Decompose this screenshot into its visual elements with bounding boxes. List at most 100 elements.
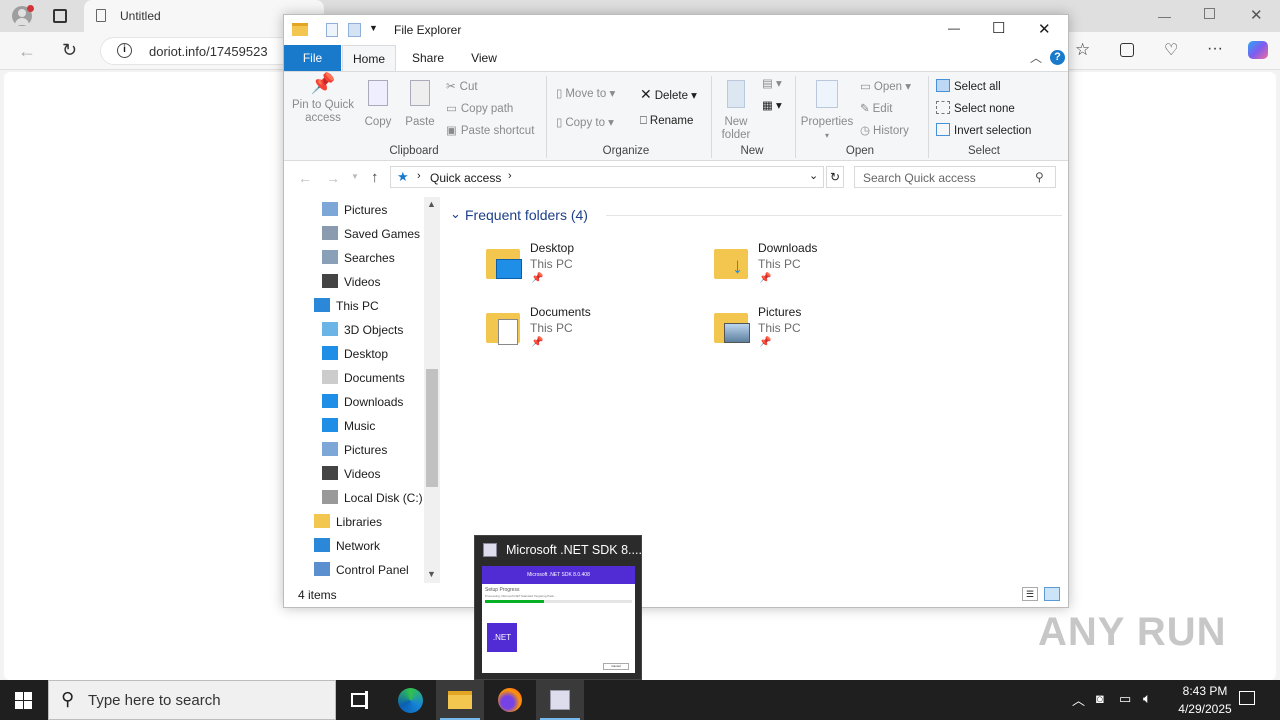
- nav-item-desktop[interactable]: Desktop: [322, 343, 388, 365]
- nav-item-saved-games[interactable]: Saved Games: [322, 223, 420, 245]
- pin-to-quick-access-button[interactable]: 📌 Pin to Quick access: [290, 74, 356, 125]
- collapse-ribbon-icon[interactable]: ︿: [1030, 49, 1042, 66]
- maximize-button[interactable]: ☐: [992, 19, 1005, 37]
- nav-item-pictures[interactable]: Pictures: [322, 199, 387, 221]
- nav-item-videos[interactable]: Videos: [322, 463, 380, 485]
- close-icon[interactable]: ✕: [1250, 6, 1263, 24]
- refresh-icon[interactable]: ↻: [826, 166, 844, 188]
- cut-icon: ✂: [446, 81, 456, 93]
- copy-button[interactable]: Copy: [360, 78, 396, 129]
- copilot-icon[interactable]: [1248, 41, 1268, 59]
- nav-item-local-disk-c[interactable]: Local Disk (C:): [322, 487, 423, 509]
- favorite-add-icon[interactable]: ☆: [1075, 40, 1090, 60]
- tab-file[interactable]: File: [284, 45, 341, 71]
- breadcrumb-quick-access[interactable]: Quick access: [430, 171, 501, 185]
- performance-icon[interactable]: ♡: [1164, 40, 1178, 60]
- scroll-down-icon[interactable]: ▼: [427, 569, 436, 579]
- meet-now-icon[interactable]: ◙: [1096, 691, 1104, 706]
- back-icon[interactable]: ←: [298, 170, 312, 186]
- nav-item-videos[interactable]: Videos: [322, 271, 380, 293]
- customize-quick-access-icon[interactable]: ▼: [369, 23, 378, 33]
- section-collapse-icon[interactable]: ⌄: [450, 206, 461, 222]
- paste-shortcut-button[interactable]: ▣ Paste shortcut: [446, 123, 534, 137]
- delete-button[interactable]: ✕ Delete ▾: [640, 86, 697, 103]
- tab-view[interactable]: View: [458, 45, 510, 71]
- help-icon[interactable]: ?: [1050, 50, 1065, 65]
- open-button[interactable]: ▭ Open ▾: [860, 79, 911, 93]
- close-button[interactable]: ✕: [1038, 20, 1051, 38]
- dotnet-logo: .NET: [487, 623, 517, 652]
- nav-item-downloads[interactable]: Downloads: [322, 391, 403, 413]
- nav-item-searches[interactable]: Searches: [322, 247, 395, 269]
- folder-desktop[interactable]: Desktop This PC 📌: [484, 241, 684, 301]
- copy-to-button[interactable]: ▯ Copy to ▾: [556, 115, 614, 129]
- clock-time[interactable]: 8:43 PM: [1174, 684, 1236, 698]
- quick-properties-icon[interactable]: [326, 23, 338, 37]
- move-to-button[interactable]: ▯ Move to ▾: [556, 86, 615, 100]
- forward-icon[interactable]: →: [326, 170, 340, 186]
- network-status-icon[interactable]: ▭: [1119, 691, 1131, 707]
- start-button[interactable]: [0, 680, 48, 720]
- large-icons-view-icon[interactable]: [1044, 587, 1060, 601]
- restore-icon[interactable]: [1204, 8, 1215, 19]
- select-all-button[interactable]: Select all: [936, 79, 1001, 93]
- address-box[interactable]: ★ › Quick access › ⌄: [390, 166, 824, 188]
- collections-icon[interactable]: [1120, 43, 1134, 57]
- taskbar-file-explorer[interactable]: [436, 680, 484, 720]
- folder-documents[interactable]: Documents This PC 📌: [484, 305, 684, 365]
- quick-new-folder-icon[interactable]: [348, 23, 361, 37]
- show-hidden-icons-icon[interactable]: ︿: [1072, 690, 1085, 709]
- more-icon[interactable]: ···: [1207, 40, 1223, 58]
- nav-item-control-panel[interactable]: Control Panel: [314, 559, 409, 581]
- scroll-up-icon[interactable]: ▲: [427, 199, 436, 209]
- taskbar-search-box[interactable]: ⚲ Type here to search: [48, 680, 336, 720]
- task-view-button[interactable]: [336, 680, 384, 720]
- tab-home[interactable]: Home: [342, 45, 396, 71]
- clock-date[interactable]: 4/29/2025: [1168, 702, 1242, 716]
- edit-button[interactable]: ✎ Edit: [860, 101, 892, 115]
- nav-item-documents[interactable]: Documents: [322, 367, 405, 389]
- rename-button[interactable]: ⎕ Rename: [640, 115, 693, 128]
- taskbar-dotnet-installer[interactable]: [536, 680, 584, 720]
- minimize-button[interactable]: —: [948, 21, 960, 35]
- taskbar-firefox[interactable]: [486, 680, 534, 720]
- section-title[interactable]: Frequent folders (4): [465, 207, 588, 223]
- volume-icon[interactable]: 🔈︎: [1143, 690, 1151, 707]
- details-view-icon[interactable]: ☰: [1022, 587, 1038, 601]
- notifications-icon[interactable]: [1239, 691, 1255, 705]
- nav-item-network[interactable]: Network: [314, 535, 380, 557]
- nav-item-libraries[interactable]: Libraries: [314, 511, 382, 533]
- search-quick-access-input[interactable]: Search Quick access ⚲: [854, 166, 1056, 188]
- tab-share[interactable]: Share: [402, 45, 454, 71]
- nav-item-music[interactable]: Music: [322, 415, 375, 437]
- nav-item-3d-objects[interactable]: 3D Objects: [322, 319, 403, 341]
- back-icon[interactable]: ←: [18, 41, 36, 62]
- up-icon[interactable]: ↑: [371, 169, 379, 186]
- paste-button[interactable]: Paste: [402, 78, 438, 129]
- nav-item-pictures[interactable]: Pictures: [322, 439, 387, 461]
- minimize-icon[interactable]: —: [1158, 9, 1171, 24]
- new-item-button[interactable]: ▤ ▾: [762, 76, 782, 90]
- properties-button[interactable]: Properties ▾: [800, 78, 854, 142]
- address-dropdown-icon[interactable]: ⌄: [809, 169, 818, 182]
- folder-downloads[interactable]: ↓ Downloads This PC 📌: [712, 241, 912, 301]
- select-none-button[interactable]: Select none: [936, 101, 1015, 115]
- nav-scrollbar[interactable]: ▲ ▼: [424, 197, 440, 583]
- copy-path-button[interactable]: ▭ Copy path: [446, 101, 513, 115]
- address-bar[interactable]: i doriot.info/17459523: [100, 37, 300, 65]
- refresh-icon[interactable]: ↻: [62, 40, 77, 61]
- cut-button[interactable]: ✂ Cut: [446, 79, 478, 93]
- pin-icon: 📌: [531, 273, 544, 284]
- avatar-icon[interactable]: [12, 5, 34, 26]
- taskbar-edge[interactable]: [386, 680, 434, 720]
- new-folder-button[interactable]: New folder: [716, 78, 756, 142]
- nav-item-this-pc[interactable]: This PC: [314, 295, 379, 317]
- scroll-thumb[interactable]: [426, 369, 438, 487]
- history-button[interactable]: ◷ History: [860, 123, 909, 137]
- recent-locations-icon[interactable]: ▼: [351, 172, 359, 181]
- folder-pictures[interactable]: Pictures This PC 📌: [712, 305, 912, 365]
- tab-actions-icon[interactable]: [53, 9, 67, 23]
- easy-access-button[interactable]: ▦ ▾: [762, 98, 782, 112]
- invert-selection-button[interactable]: Invert selection: [936, 123, 1031, 137]
- taskbar-thumbnail-preview[interactable]: Microsoft .NET SDK 8.... Microsoft .NET …: [474, 535, 642, 680]
